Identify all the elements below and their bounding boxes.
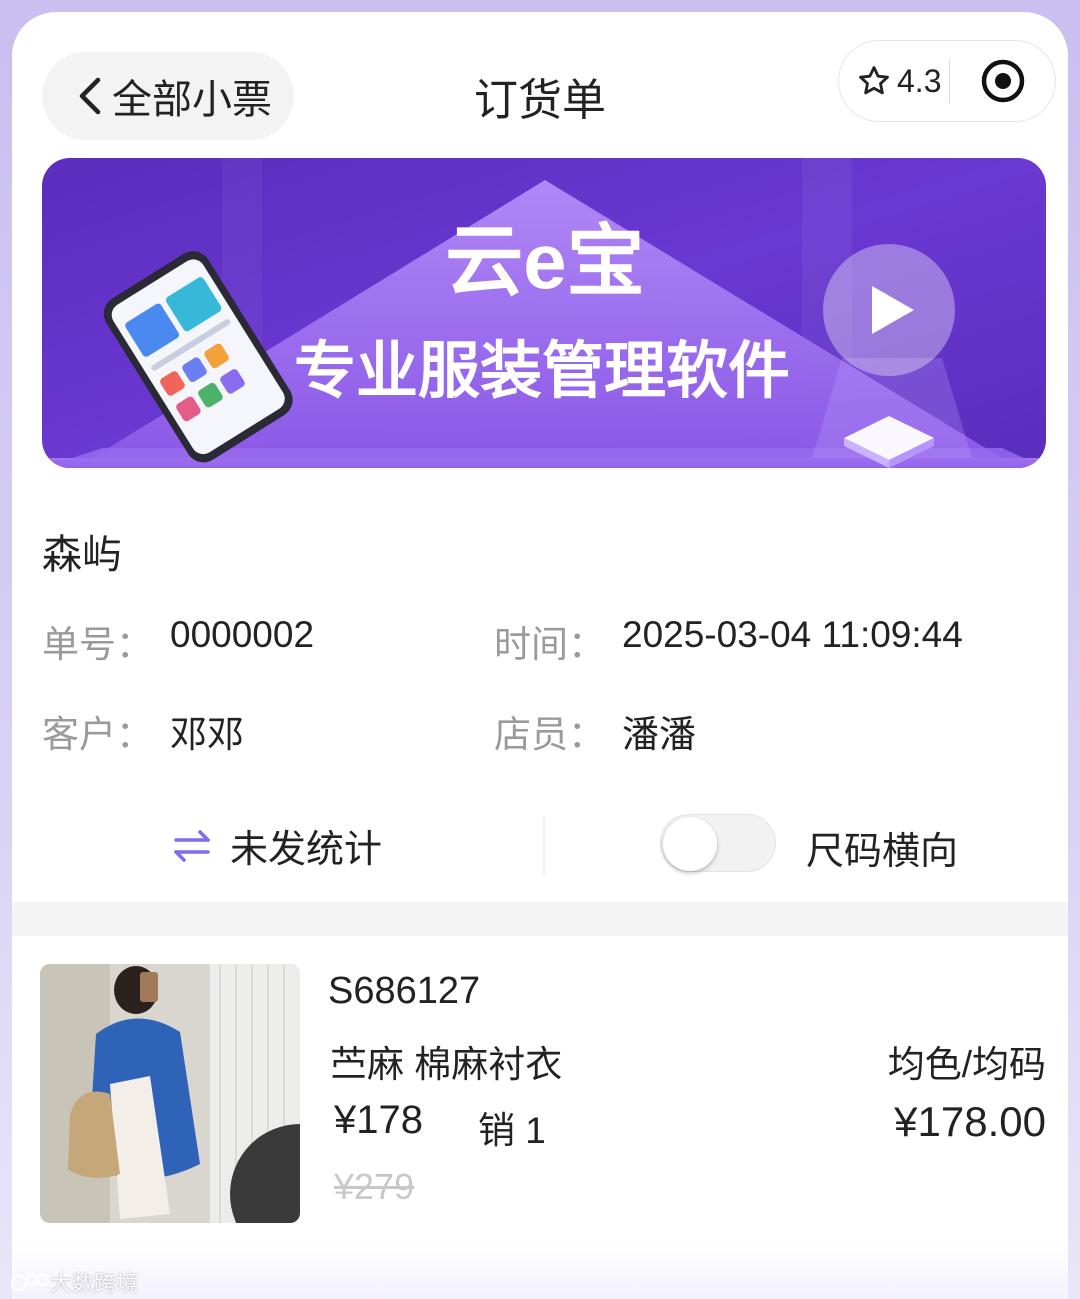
- product-sold-qty: 销 1: [478, 1110, 546, 1151]
- order-number-value: 0000002: [170, 614, 315, 655]
- clerk-value: 潘潘: [622, 714, 696, 755]
- unshipped-stats-label: 未发统计: [230, 829, 383, 871]
- banner-brand: 云e宝: [445, 217, 644, 305]
- controls-divider: [543, 816, 545, 874]
- order-number-row: 单号： 0000002: [42, 614, 314, 668]
- close-mini-program-button[interactable]: [950, 58, 1055, 104]
- size-horizontal-toggle[interactable]: [660, 814, 776, 872]
- rating-value: 4.3: [897, 62, 942, 99]
- page-frame: 全部小票 订货单 4.3 云e宝 专业服装管理软件 森屿 单号： 0000002…: [12, 12, 1068, 1299]
- bottom-fade: [12, 1244, 1068, 1299]
- clerk-row: 店员： 潘潘: [494, 704, 696, 758]
- order-time-label: 时间：: [494, 624, 605, 665]
- product-price: ¥178: [334, 1098, 423, 1142]
- store-name: 森屿: [42, 533, 122, 577]
- unshipped-stats-button[interactable]: 未发统计: [172, 818, 382, 873]
- product-original-price: ¥279: [334, 1166, 415, 1207]
- order-time-value: 2025-03-04 11:09:44: [622, 614, 963, 655]
- rating-button[interactable]: 4.3: [839, 63, 949, 100]
- customer-value: 邓邓: [170, 714, 244, 755]
- product-image[interactable]: [40, 964, 300, 1223]
- section-separator: [12, 902, 1068, 936]
- customer-row: 客户： 邓邓: [42, 704, 244, 758]
- product-subtotal: ¥178.00: [894, 1098, 1046, 1145]
- target-icon: [981, 59, 1024, 103]
- product-variant: 均色/均码: [887, 1044, 1046, 1085]
- order-time-row: 时间： 2025-03-04 11:09:44: [494, 614, 963, 668]
- watermark-logo-icon: [10, 1273, 50, 1292]
- customer-label: 客户：: [42, 714, 153, 755]
- star-icon: [859, 66, 889, 95]
- watermark-text: 大数跨境: [50, 1271, 139, 1296]
- mini-program-capsule: 4.3: [838, 40, 1056, 122]
- watermark: 大数跨境: [10, 1266, 138, 1298]
- product-name: 苎麻 棉麻衬衣: [330, 1044, 563, 1085]
- banner-slogan: 专业服装管理软件: [294, 337, 790, 406]
- clerk-label: 店员：: [494, 714, 605, 755]
- product-sku: S686127: [328, 970, 481, 1012]
- order-number-label: 单号：: [42, 624, 153, 665]
- swap-arrows-icon: [174, 829, 210, 862]
- promo-banner[interactable]: 云e宝 专业服装管理软件: [42, 158, 1046, 468]
- size-horizontal-label: 尺码横向: [806, 831, 959, 873]
- toggle-knob: [663, 817, 717, 871]
